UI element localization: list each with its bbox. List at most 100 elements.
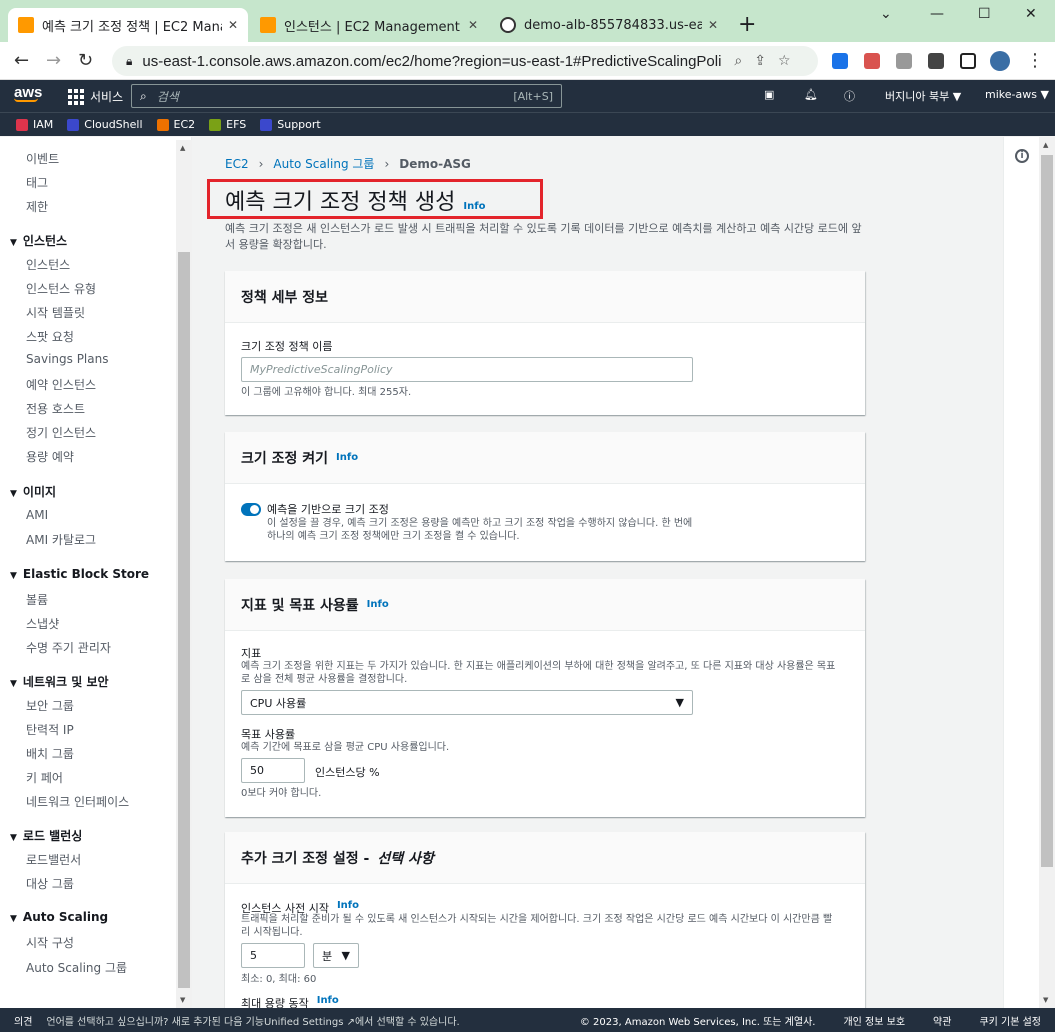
sidebar-section-instances[interactable]: ▼ 인스턴스 — [10, 232, 67, 249]
account-menu[interactable]: mike-aws ▼ — [985, 88, 1049, 101]
sidebar-item-instance-types[interactable]: 인스턴스 유형 — [26, 280, 96, 297]
reload-button[interactable]: ↻ — [78, 50, 93, 71]
favorite-ec2[interactable]: EC2 — [156, 118, 195, 131]
sidebar-item-launch-templates[interactable]: 시작 템플릿 — [26, 304, 85, 321]
extension-icon[interactable] — [896, 53, 912, 69]
favorite-iam[interactable]: IAM — [16, 118, 53, 131]
browser-tab-active[interactable]: 예측 크기 조정 정책 | EC2 Mana ✕ — [8, 8, 248, 42]
search-input[interactable]: ⌕ 검색 [Alt+S] — [131, 84, 562, 108]
sidebar-item-elastic-ip[interactable]: 탄력적 IP — [26, 721, 74, 738]
scale-by-forecast-toggle[interactable] — [241, 503, 261, 516]
sidebar-item-events[interactable]: 이벤트 — [26, 150, 59, 167]
address-bar[interactable]: 🔒︎ us-east-1.console.aws.amazon.com/ec2/… — [112, 46, 818, 76]
sidebar-item-spot-requests[interactable]: 스팟 요청 — [26, 328, 74, 345]
sidebar-item-auto-scaling-groups[interactable]: Auto Scaling 그룹 — [26, 959, 127, 976]
help-icon[interactable]: ⓘ — [844, 88, 855, 104]
sidebar-item-ami[interactable]: AMI — [26, 508, 48, 522]
prelaunch-input[interactable]: 5 — [241, 943, 305, 968]
translate-extension-icon[interactable] — [832, 53, 848, 69]
sidebar-item-reserved-instances[interactable]: 예약 인스턴스 — [26, 376, 96, 393]
browser-menu-icon[interactable]: ⋮ — [1026, 50, 1044, 71]
aws-logo[interactable]: aws — [14, 84, 42, 102]
target-utilization-input[interactable]: 50 — [241, 758, 305, 783]
bookmark-star-icon[interactable]: ☆ — [778, 53, 791, 69]
sidebar-scroll-thumb[interactable] — [178, 252, 190, 988]
window-chevron-icon[interactable]: ⌄ — [880, 6, 892, 22]
sidebar-section-auto-scaling[interactable]: ▼ Auto Scaling — [10, 910, 108, 924]
maximize-button[interactable]: ☐ — [978, 6, 991, 22]
caret-down-icon: ▼ — [10, 489, 17, 499]
target-unit-label: 인스턴스당 % — [315, 766, 380, 779]
notifications-bell-icon[interactable]: 🔔︎ — [804, 88, 818, 101]
sidebar-section-ebs[interactable]: ▼ Elastic Block Store — [10, 567, 149, 581]
sidebar-item-scheduled-instances[interactable]: 정기 인스턴스 — [26, 424, 96, 441]
scroll-down-icon[interactable]: ▼ — [1043, 996, 1048, 1004]
sidebar-item-launch-configurations[interactable]: 시작 구성 — [26, 934, 74, 951]
info-link[interactable]: Info — [336, 452, 358, 463]
minimize-button[interactable]: — — [930, 6, 944, 22]
sidebar-item-snapshots[interactable]: 스냅샷 — [26, 615, 59, 632]
extension-icon[interactable] — [864, 53, 880, 69]
services-menu[interactable]: 서비스 — [68, 88, 123, 105]
sidebar-item-ami-catalog[interactable]: AMI 카탈로그 — [26, 531, 96, 548]
scroll-up-icon[interactable]: ▲ — [1043, 141, 1048, 149]
page-scroll-thumb[interactable] — [1041, 155, 1053, 867]
close-window-button[interactable]: ✕ — [1025, 6, 1037, 22]
tab-close-icon[interactable]: ✕ — [708, 18, 718, 32]
sidebar-item-savings-plans[interactable]: Savings Plans — [26, 352, 108, 366]
sidebar-item-placement-groups[interactable]: 배치 그룹 — [26, 745, 74, 762]
scroll-down-icon[interactable]: ▼ — [180, 996, 185, 1004]
breadcrumb-ec2[interactable]: EC2 — [225, 157, 249, 171]
chevron-right-icon: › — [258, 156, 264, 171]
forward-button[interactable]: → — [46, 50, 61, 71]
sidebar-section-load-balancing[interactable]: ▼ 로드 밸런싱 — [10, 827, 82, 844]
metric-select[interactable]: CPU 사용률 ▼ — [241, 690, 693, 715]
sidebar-item-network-interfaces[interactable]: 네트워크 인터페이스 — [26, 793, 129, 810]
info-link[interactable]: Info — [367, 599, 389, 610]
info-panel-icon[interactable]: i — [1015, 149, 1029, 163]
privacy-link[interactable]: 개인 정보 보호 — [829, 1013, 919, 1028]
sidepanel-icon[interactable] — [960, 53, 976, 69]
prelaunch-unit-select[interactable]: 분 ▼ — [313, 943, 359, 968]
sidebar-item-security-groups[interactable]: 보안 그룹 — [26, 697, 74, 714]
share-icon[interactable]: ⇪ — [754, 53, 766, 69]
favorite-support[interactable]: Support — [260, 118, 321, 131]
browser-tab[interactable]: 인스턴스 | EC2 Management Co ✕ — [250, 8, 488, 42]
profile-avatar[interactable] — [990, 51, 1010, 71]
favorite-efs[interactable]: EFS — [209, 118, 246, 131]
scroll-up-icon[interactable]: ▲ — [180, 144, 185, 152]
new-tab-button[interactable]: + — [738, 12, 756, 37]
breadcrumb-asg[interactable]: Auto Scaling 그룹 — [273, 155, 374, 172]
sidebar-item-load-balancers[interactable]: 로드밸런서 — [26, 851, 81, 868]
info-link[interactable]: Info — [317, 995, 339, 1008]
language-notice-tail: 에서 선택할 수 있습니다. — [354, 1016, 460, 1028]
sidebar-scrollbar[interactable]: ▲ ▼ — [176, 140, 192, 1008]
back-button[interactable]: ← — [14, 50, 29, 71]
sidebar-item-key-pairs[interactable]: 키 페어 — [26, 769, 63, 786]
feedback-link[interactable]: 의견 — [0, 1013, 46, 1028]
sidebar-section-images[interactable]: ▼ 이미지 — [10, 483, 56, 500]
sidebar-item-dedicated-hosts[interactable]: 전용 호스트 — [26, 400, 85, 417]
favorite-cloudshell[interactable]: CloudShell — [67, 118, 143, 131]
sidebar-item-instances[interactable]: 인스턴스 — [26, 256, 70, 273]
external-link-icon[interactable]: ↗ — [343, 1017, 355, 1028]
sidebar-item-limits[interactable]: 제한 — [26, 198, 48, 215]
terms-link[interactable]: 약관 — [919, 1013, 965, 1028]
region-selector[interactable]: 버지니아 북부 ▼ — [885, 88, 961, 104]
browser-tab[interactable]: demo-alb-855784833.us-east-1.e ✕ — [490, 8, 728, 42]
policy-name-input[interactable]: MyPredictiveScalingPolicy — [241, 357, 693, 382]
sidebar-item-tags[interactable]: 태그 — [26, 174, 48, 191]
info-link[interactable]: Info — [463, 201, 485, 212]
sidebar-item-volumes[interactable]: 볼륨 — [26, 591, 48, 608]
page-scrollbar[interactable]: ▲ ▼ — [1039, 137, 1055, 1008]
sidebar-item-capacity-reservations[interactable]: 용량 예약 — [26, 448, 74, 465]
tab-close-icon[interactable]: ✕ — [468, 18, 478, 32]
zoom-icon[interactable]: ⌕ — [734, 53, 742, 69]
sidebar-item-target-groups[interactable]: 대상 그룹 — [26, 875, 74, 892]
sidebar-section-network[interactable]: ▼ 네트워크 및 보안 — [10, 673, 109, 690]
extensions-puzzle-icon[interactable] — [928, 53, 944, 69]
cookie-preferences-link[interactable]: 쿠키 기본 설정 — [965, 1013, 1055, 1028]
tab-close-icon[interactable]: ✕ — [228, 18, 238, 32]
sidebar-item-lifecycle-manager[interactable]: 수명 주기 관리자 — [26, 639, 111, 656]
cloudshell-icon[interactable]: ▣ — [764, 88, 774, 101]
